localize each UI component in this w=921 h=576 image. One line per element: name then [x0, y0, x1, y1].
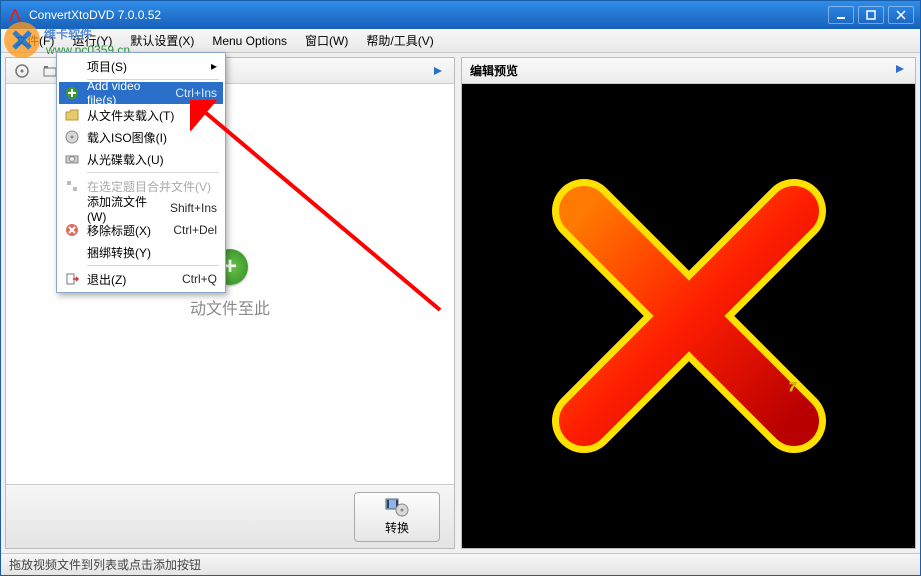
- close-button[interactable]: [888, 6, 914, 24]
- menu-window[interactable]: 窗口(W): [297, 29, 356, 52]
- dd-load-iso[interactable]: 载入ISO图像(I): [59, 126, 223, 148]
- convert-label: 转换: [385, 519, 409, 536]
- dd-load-disc[interactable]: 从光碟载入(U): [59, 148, 223, 170]
- dd-remove-title[interactable]: 移除标题(X) Ctrl+Del: [59, 219, 223, 241]
- dd-project[interactable]: 项目(S) ▸: [59, 55, 223, 77]
- app-window: ConvertXtoDVD 7.0.0.52 文件(F) 运行(Y) 默认设置(…: [0, 0, 921, 576]
- dd-separator: [87, 172, 219, 173]
- file-dropdown: 项目(S) ▸ Add video file(s) Ctrl+Ins 从文件夹载…: [56, 52, 226, 293]
- preview-header: 编辑预览: [462, 58, 915, 84]
- app-icon: [7, 7, 23, 23]
- menu-help[interactable]: 帮助/工具(V): [358, 29, 441, 52]
- x7-logo-icon: 7: [529, 156, 849, 476]
- status-text: 拖放视频文件到列表或点击添加按钮: [9, 556, 201, 573]
- titlebar: ConvertXtoDVD 7.0.0.52: [1, 1, 920, 29]
- merge-icon: [63, 177, 81, 195]
- convert-button[interactable]: 转换: [354, 492, 440, 542]
- window-title: ConvertXtoDVD 7.0.0.52: [29, 8, 828, 22]
- minimize-button[interactable]: [828, 6, 854, 24]
- menu-file[interactable]: 文件(F): [7, 29, 62, 52]
- convert-bar: 转换: [6, 484, 454, 548]
- preview-area: 7: [462, 84, 915, 548]
- dd-exit[interactable]: 退出(Z) Ctrl+Q: [59, 268, 223, 290]
- folder-icon: [63, 106, 81, 124]
- dd-load-folder[interactable]: 从文件夹载入(T): [59, 104, 223, 126]
- dd-bundle-convert[interactable]: 捆绑转换(Y): [59, 241, 223, 263]
- iso-icon: [63, 128, 81, 146]
- remove-icon: [63, 221, 81, 239]
- dd-separator: [87, 265, 219, 266]
- disc-drive-icon: [63, 150, 81, 168]
- dd-add-stream[interactable]: 添加流文件(W) Shift+Ins: [59, 197, 223, 219]
- maximize-button[interactable]: [858, 6, 884, 24]
- chevron-right-icon: ▸: [211, 59, 217, 73]
- menu-run[interactable]: 运行(Y): [64, 29, 120, 52]
- plus-circle-icon: [63, 84, 81, 102]
- tool-disc-icon[interactable]: [12, 61, 32, 81]
- preview-title: 编辑预览: [470, 62, 518, 79]
- statusbar: 拖放视频文件到列表或点击添加按钮: [1, 553, 920, 575]
- preview-arrow-right-icon[interactable]: [893, 62, 907, 79]
- dd-add-video[interactable]: Add video file(s) Ctrl+Ins: [59, 82, 223, 104]
- menu-defaults[interactable]: 默认设置(X): [122, 29, 202, 52]
- tool-arrow-right-icon[interactable]: [428, 61, 448, 81]
- right-panel: 编辑预览: [461, 57, 916, 549]
- convert-icon: [385, 497, 409, 517]
- menubar: 文件(F) 运行(Y) 默认设置(X) Menu Options 窗口(W) 帮…: [1, 29, 920, 53]
- exit-icon: [63, 270, 81, 288]
- menu-options[interactable]: Menu Options: [204, 31, 295, 51]
- drop-text: 动文件至此: [190, 295, 270, 319]
